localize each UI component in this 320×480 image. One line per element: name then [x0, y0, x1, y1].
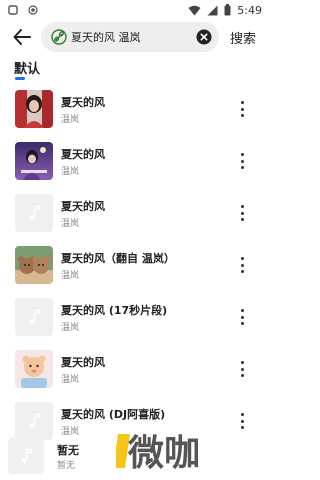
song-title: 夏天的风: [61, 200, 105, 213]
song-artist: 温岚: [61, 219, 80, 229]
battery-icon: [224, 4, 231, 16]
song-item[interactable]: 夏天的风（翻自 温岚） 温岚: [0, 246, 270, 298]
song-artist: 温岚: [61, 323, 80, 333]
search-input[interactable]: 夏天的风 温岚: [71, 29, 141, 45]
album-cover-placeholder: [15, 194, 53, 232]
back-button[interactable]: [11, 26, 33, 48]
player-artist: 暂无: [57, 461, 76, 471]
album-cover: [15, 246, 53, 284]
more-options-icon[interactable]: [236, 202, 248, 224]
more-options-icon[interactable]: [236, 150, 248, 172]
more-options-icon[interactable]: [236, 306, 248, 328]
record-icon: [28, 5, 38, 15]
song-title: 夏天的风: [61, 96, 105, 109]
music-note-icon: [29, 413, 40, 428]
more-options-icon[interactable]: [236, 410, 248, 432]
player-title: 暂无: [57, 444, 79, 457]
tab-default[interactable]: 默认: [14, 58, 40, 77]
more-options-icon[interactable]: [236, 98, 248, 120]
album-cover-placeholder: [15, 298, 53, 336]
arrow-left-icon: [13, 29, 31, 45]
song-title: 夏天的风: [61, 148, 105, 161]
watermark-logo: 微咖: [116, 433, 200, 474]
svg-text:微咖: 微咖: [127, 433, 200, 474]
mini-player[interactable]: 暂无 暂无: [0, 430, 120, 480]
notification-icon: [8, 5, 18, 15]
signal-icon: [207, 5, 218, 15]
more-options-icon[interactable]: [236, 254, 248, 276]
song-item[interactable]: 夏天的风 温岚: [0, 350, 270, 402]
album-cover: [15, 90, 53, 128]
song-artist: 温岚: [61, 167, 80, 177]
status-bar: 5:49: [0, 0, 270, 20]
search-box[interactable]: 夏天的风 温岚: [41, 22, 219, 52]
music-note-icon: [29, 205, 40, 220]
song-artist: 温岚: [61, 115, 80, 125]
song-item[interactable]: 夏天的风 温岚: [0, 194, 270, 246]
search-button[interactable]: 搜索: [230, 28, 256, 47]
song-title: 夏天的风: [61, 356, 105, 369]
music-note-icon: [29, 309, 40, 324]
song-title: 夏天的风（翻自 温岚）: [61, 252, 175, 265]
tab-indicator: [15, 77, 25, 80]
player-cover[interactable]: [8, 438, 44, 474]
search-header: 夏天的风 温岚 搜索: [0, 22, 270, 52]
song-artist: 温岚: [61, 271, 80, 281]
link-icon: [51, 29, 67, 45]
song-item[interactable]: 夏天的风 温岚: [0, 90, 270, 142]
status-time: 5:49: [237, 3, 262, 17]
music-note-icon: [21, 448, 32, 463]
song-title: 夏天的风 (DJ阿喜版): [61, 408, 166, 421]
album-cover: [15, 350, 53, 388]
song-title: 夏天的风 (17秒片段): [61, 304, 168, 317]
more-options-icon[interactable]: [236, 358, 248, 380]
song-item[interactable]: 夏天的风 温岚: [0, 142, 270, 194]
song-item[interactable]: 夏天的风 (17秒片段) 温岚: [0, 298, 270, 350]
song-artist: 温岚: [61, 375, 80, 385]
clear-icon[interactable]: [196, 29, 212, 45]
wifi-icon: [188, 5, 201, 15]
album-cover: [15, 142, 53, 180]
